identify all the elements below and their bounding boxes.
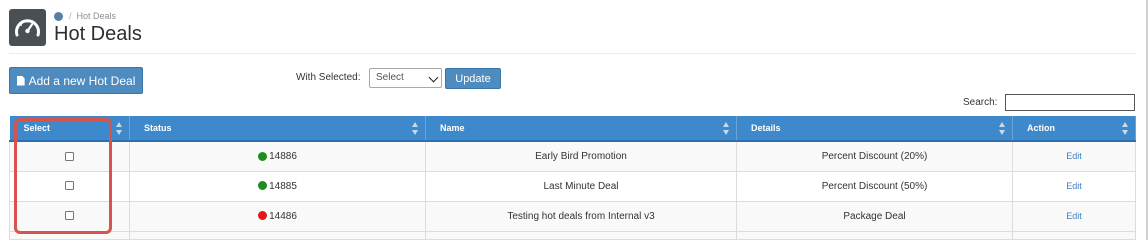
search-label: Search:: [963, 97, 998, 108]
column-header-name[interactable]: Name: [425, 116, 737, 142]
sort-icon[interactable]: [116, 122, 123, 135]
details-cell: Percent Discount (20%): [736, 140, 1013, 172]
sort-icon[interactable]: [999, 122, 1006, 135]
row-select-checkbox[interactable]: [65, 151, 74, 161]
column-header-select[interactable]: Select: [9, 116, 130, 142]
row-select-checkbox[interactable]: [65, 181, 74, 191]
status-id: 14486: [269, 210, 297, 222]
column-header-label: Status: [144, 123, 172, 133]
name-cell: Last Minute Deal: [425, 170, 737, 202]
column-header-label: Name: [440, 123, 465, 133]
details-cell: Package Deal: [736, 200, 1013, 232]
table-row: [9, 230, 1136, 240]
column-header-label: Details: [751, 123, 781, 133]
status-dot-icon: [258, 211, 268, 221]
empty-cell: [736, 230, 1013, 240]
name-cell: Early Bird Promotion: [425, 140, 737, 172]
select-cell: [9, 170, 130, 202]
sort-icon[interactable]: [723, 122, 730, 135]
empty-cell: [129, 230, 426, 240]
action-cell: Edit: [1012, 200, 1136, 232]
speedometer-icon: [9, 9, 46, 46]
add-hot-deal-label: Add a new Hot Deal: [28, 73, 136, 88]
empty-cell: [425, 230, 737, 240]
bulk-action-select-value: Select: [376, 72, 404, 83]
table-row: 14885 Last Minute Deal Percent Discount …: [9, 170, 1136, 202]
breadcrumb: / Hot Deals: [54, 10, 116, 22]
document-icon: [16, 75, 25, 86]
breadcrumb-current: Hot Deals: [76, 11, 117, 21]
status-dot-icon: [258, 181, 268, 191]
edit-link[interactable]: Edit: [1066, 211, 1082, 221]
empty-cell: [1012, 230, 1136, 240]
chevron-down-icon: [428, 72, 439, 83]
breadcrumb-separator: /: [69, 11, 72, 21]
update-button[interactable]: Update: [445, 68, 501, 89]
select-cell: [9, 200, 130, 232]
status-cell: 14486: [129, 200, 426, 232]
select-cell: [9, 140, 130, 172]
edit-link[interactable]: Edit: [1066, 151, 1082, 161]
table-row: 14886 Early Bird Promotion Percent Disco…: [9, 140, 1136, 172]
action-cell: Edit: [1012, 170, 1136, 202]
column-header-status[interactable]: Status: [129, 116, 426, 142]
column-header-action[interactable]: Action: [1012, 116, 1136, 142]
name-cell: Testing hot deals from Internal v3: [425, 200, 737, 232]
empty-cell: [9, 230, 130, 240]
action-cell: Edit: [1012, 140, 1136, 172]
table-header-row: Select Status Name Details Action: [9, 116, 1136, 142]
add-hot-deal-button[interactable]: Add a new Hot Deal: [9, 67, 143, 94]
column-header-label: Action: [1027, 123, 1055, 133]
edit-link[interactable]: Edit: [1066, 181, 1082, 191]
status-id: 14886: [269, 150, 297, 162]
status-cell: 14885: [129, 170, 426, 202]
status-dot-icon: [258, 151, 268, 161]
column-header-label: Select: [23, 123, 51, 133]
search-input[interactable]: [1005, 94, 1135, 111]
with-selected-label: With Selected:: [296, 72, 361, 83]
column-header-details[interactable]: Details: [736, 116, 1013, 142]
home-icon[interactable]: [54, 11, 63, 21]
row-select-checkbox[interactable]: [65, 211, 74, 221]
sort-icon[interactable]: [1122, 122, 1129, 135]
bulk-action-select[interactable]: Select: [369, 68, 442, 88]
table-row: 14486 Testing hot deals from Internal v3…: [9, 200, 1136, 232]
status-cell: 14886: [129, 140, 426, 172]
status-id: 14885: [269, 180, 297, 192]
sort-icon[interactable]: [412, 122, 419, 135]
hot-deals-table: Select Status Name Details Action 14886 …: [9, 116, 1136, 240]
details-cell: Percent Discount (50%): [736, 170, 1013, 202]
header-divider: [9, 53, 1136, 54]
page-title: Hot Deals: [54, 23, 142, 45]
